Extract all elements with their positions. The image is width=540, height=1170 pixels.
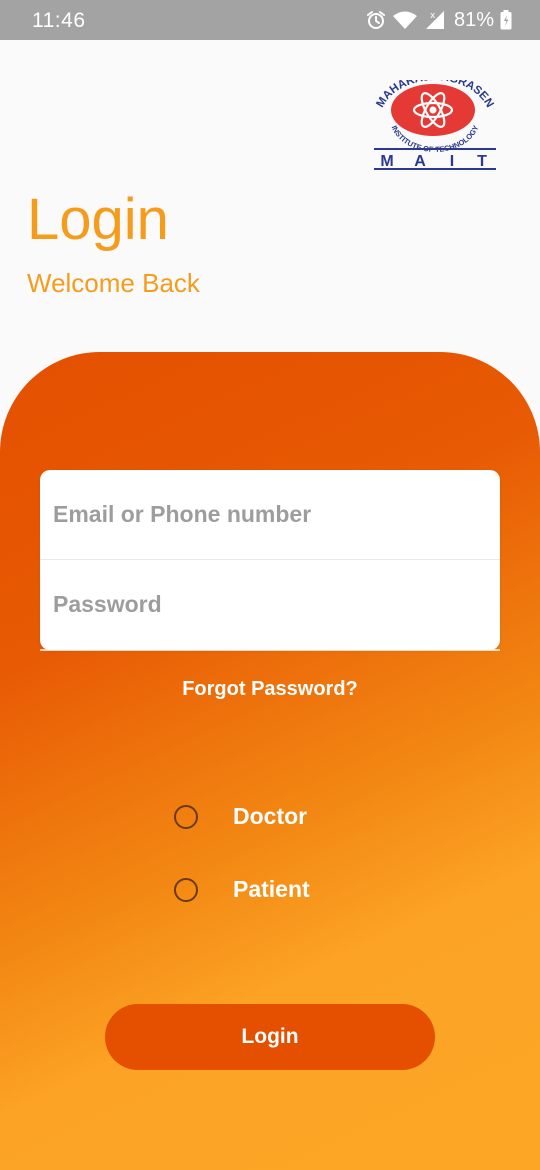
- wifi-icon: [392, 11, 417, 29]
- email-phone-input[interactable]: [40, 470, 500, 559]
- patient-radio-label: Patient: [233, 876, 310, 902]
- logo-letter-m: M: [380, 153, 393, 170]
- login-button[interactable]: Login: [105, 1004, 435, 1070]
- role-option-patient[interactable]: Patient: [174, 876, 310, 903]
- role-option-doctor[interactable]: Doctor: [174, 803, 307, 830]
- battery-percent: 81%: [453, 8, 494, 31]
- doctor-radio-button[interactable]: [174, 804, 198, 829]
- page-title: Login: [27, 187, 169, 252]
- doctor-radio-label: Doctor: [233, 803, 308, 829]
- logo-letter-a: A: [414, 153, 426, 170]
- status-bar: 11:46 x 81%: [0, 0, 540, 40]
- logo-letter-i: I: [450, 153, 454, 170]
- logo-letter-t: T: [477, 153, 487, 170]
- status-icons: x 81%: [366, 8, 512, 32]
- battery-icon: [500, 10, 512, 30]
- login-form-card: [40, 470, 500, 650]
- page-subtitle: Welcome Back: [27, 268, 200, 298]
- alarm-icon: [366, 11, 385, 29]
- form-underline: [40, 649, 500, 651]
- signal-icon: x: [425, 11, 444, 29]
- patient-radio-button[interactable]: [174, 877, 198, 902]
- mait-logo: MAHARAJA AGRASEN INSTITUTE OF TECHNOLOGY…: [374, 80, 496, 170]
- status-time: 11:46: [32, 9, 86, 32]
- forgot-password-link[interactable]: Forgot Password?: [0, 678, 540, 701]
- svg-text:x: x: [430, 11, 436, 21]
- password-input[interactable]: [40, 560, 500, 649]
